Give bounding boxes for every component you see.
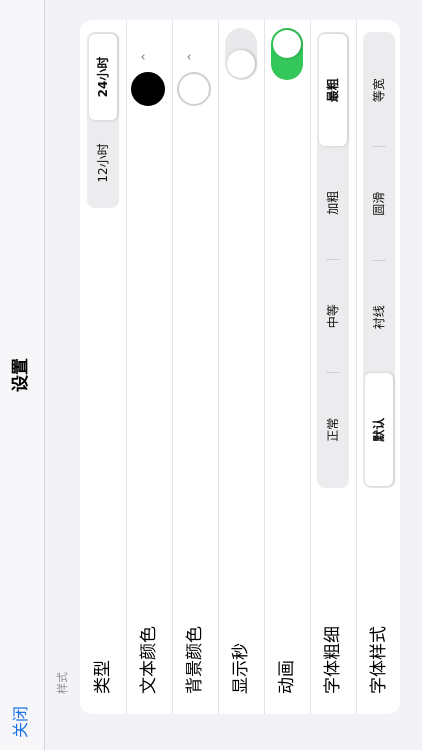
row-type: 类型 12小时 24小时 bbox=[80, 20, 127, 714]
toggle-knob bbox=[273, 30, 301, 58]
font-weight-option-medium[interactable]: 中等 bbox=[319, 260, 347, 373]
font-style-option-default[interactable]: 默认 bbox=[365, 373, 393, 486]
font-weight-option-regular[interactable]: 正常 bbox=[319, 374, 347, 487]
row-animation: 动画 bbox=[264, 20, 311, 714]
navigation-bar: 关闭 设置 bbox=[0, 0, 45, 750]
type-option-24h[interactable]: 24小时 bbox=[89, 34, 117, 120]
type-label: 类型 bbox=[93, 660, 113, 694]
row-show-seconds: 显示秒 bbox=[218, 20, 265, 714]
row-font-weight: 字体粗细 正常 中等 加粗 最粗 bbox=[310, 20, 357, 714]
row-text-color: 文本颜色 ⌃ bbox=[126, 20, 173, 714]
row-font-style: 字体样式 默认 衬线 圆滑 等宽 bbox=[356, 20, 400, 714]
section-header-style: 样式 bbox=[56, 672, 69, 694]
page-title: 设置 bbox=[11, 358, 31, 392]
animation-toggle[interactable] bbox=[271, 28, 303, 80]
font-style-option-monospace[interactable]: 等宽 bbox=[365, 34, 393, 147]
animation-label: 动画 bbox=[277, 660, 297, 694]
text-color-well[interactable] bbox=[131, 72, 165, 106]
font-weight-segmented-control: 正常 中等 加粗 最粗 bbox=[317, 32, 349, 488]
type-option-12h[interactable]: 12小时 bbox=[89, 120, 117, 206]
text-color-label: 文本颜色 bbox=[139, 626, 159, 694]
font-weight-option-bold[interactable]: 加粗 bbox=[319, 147, 347, 260]
type-segmented-control: 12小时 24小时 bbox=[87, 32, 119, 208]
background-color-label: 背景颜色 bbox=[185, 626, 205, 694]
font-style-label: 字体样式 bbox=[369, 626, 389, 694]
toggle-knob bbox=[227, 50, 255, 78]
font-style-option-serif[interactable]: 衬线 bbox=[365, 261, 393, 374]
font-style-option-rounded[interactable]: 圆滑 bbox=[365, 148, 393, 261]
chevron-up-icon: ⌃ bbox=[140, 51, 155, 63]
background-color-well[interactable] bbox=[177, 72, 211, 106]
font-weight-label: 字体粗细 bbox=[323, 626, 343, 694]
row-background-color: 背景颜色 ⌃ bbox=[172, 20, 219, 714]
settings-card: 类型 12小时 24小时 文本颜色 ⌃ 背景颜色 ⌃ 显示秒 动画 字体粗细 正… bbox=[80, 20, 400, 714]
settings-screen: 关闭 设置 样式 类型 12小时 24小时 文本颜色 ⌃ 背景颜色 ⌃ 显示秒 bbox=[0, 0, 422, 750]
chevron-up-icon: ⌃ bbox=[186, 51, 201, 63]
font-style-segmented-control: 默认 衬线 圆滑 等宽 bbox=[363, 32, 395, 488]
show-seconds-label: 显示秒 bbox=[231, 643, 251, 694]
font-weight-option-heaviest[interactable]: 最粗 bbox=[319, 34, 347, 147]
show-seconds-toggle[interactable] bbox=[225, 28, 257, 80]
